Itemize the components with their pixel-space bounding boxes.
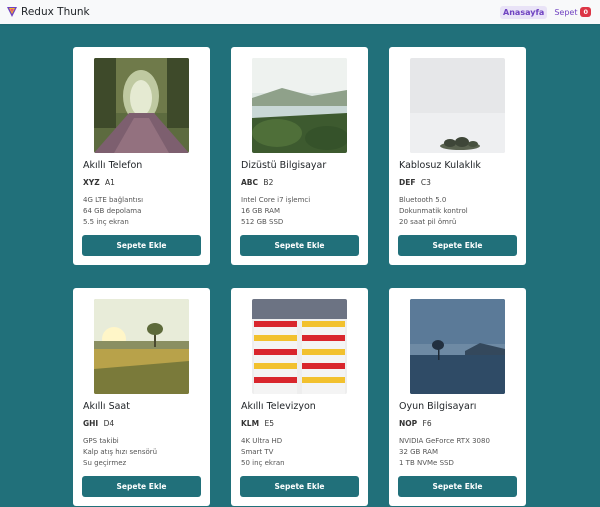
product-title: Akıllı Telefon (83, 160, 143, 171)
spec-item: 4K Ultra HD (241, 437, 283, 445)
product-meta: KLM E5 (241, 419, 274, 428)
spec-item: Kalp atış hızı sensörü (83, 448, 158, 456)
add-to-cart-button[interactable]: Sepete Ekle (398, 235, 517, 256)
product-image (252, 58, 347, 153)
product-specs: GPS takibi Kalp atış hızı sensörü Su geç… (83, 436, 157, 469)
product-model: D4 (103, 419, 115, 428)
product-model: A1 (105, 178, 115, 187)
spec-item: 64 GB depolama (83, 207, 142, 215)
add-to-cart-button[interactable]: Sepete Ekle (240, 476, 359, 497)
spec-item: Su geçirmez (83, 459, 127, 467)
spec-item: 5.5 inç ekran (83, 218, 129, 226)
cart-count-badge: 0 (580, 7, 591, 17)
product-specs: Bluetooth 5.0 Dokunmatik kontrol 20 saat… (399, 195, 468, 228)
product-title: Akıllı Televizyon (241, 401, 316, 412)
spec-item: Dokunmatik kontrol (399, 207, 468, 215)
product-specs: Intel Core i7 işlemci 16 GB RAM 512 GB S… (241, 195, 310, 228)
spec-item: 512 GB SSD (241, 218, 284, 226)
product-title: Kablosuz Kulaklık (399, 160, 481, 171)
striped-building-image (252, 299, 347, 394)
product-image (252, 299, 347, 394)
spec-item: GPS takibi (83, 437, 119, 445)
redux-logo-icon (7, 7, 17, 17)
add-to-cart-button[interactable]: Sepete Ekle (82, 476, 201, 497)
spec-item: 16 GB RAM (241, 207, 280, 215)
spec-item: 1 TB NVMe SSD (399, 459, 454, 467)
product-card: Akıllı Saat GHI D4 GPS takibi Kalp atış … (73, 288, 210, 506)
product-brand: NOP (399, 419, 418, 428)
navbar-brand[interactable]: Redux Thunk (6, 6, 90, 18)
spec-item: 32 GB RAM (399, 448, 438, 456)
spec-item: NVIDIA GeForce RTX 3080 (399, 437, 490, 445)
sunset-field-image (94, 299, 189, 394)
product-brand: XYZ (83, 178, 100, 187)
product-meta: XYZ A1 (83, 178, 115, 187)
product-card: Akıllı Telefon XYZ A1 4G LTE bağlantısı … (73, 47, 210, 265)
foggy-island-image (410, 58, 505, 153)
spec-item: 50 inç ekran (241, 459, 285, 467)
product-brand: DEF (399, 178, 416, 187)
product-title: Oyun Bilgisayarı (399, 401, 477, 412)
product-model: C3 (420, 178, 431, 187)
forest-tunnel-image (94, 58, 189, 153)
product-specs: 4G LTE bağlantısı 64 GB depolama 5.5 inç… (83, 195, 143, 228)
nav-home-link[interactable]: Anasayfa (500, 5, 548, 19)
product-card: Oyun Bilgisayarı NOP F6 NVIDIA GeForce R… (389, 288, 526, 506)
product-image (94, 58, 189, 153)
spec-item: Intel Core i7 işlemci (241, 196, 311, 204)
product-meta: ABC B2 (241, 178, 273, 187)
product-brand: ABC (241, 178, 259, 187)
add-to-cart-button[interactable]: Sepete Ekle (398, 476, 517, 497)
add-to-cart-button[interactable]: Sepete Ekle (82, 235, 201, 256)
product-brand: KLM (241, 419, 260, 428)
product-model: E5 (264, 419, 274, 428)
cart-label: Sepet (554, 7, 578, 17)
product-image (410, 299, 505, 394)
nav-cart-link[interactable]: Sepet 0 (551, 5, 594, 19)
product-model: B2 (263, 178, 274, 187)
product-meta: NOP F6 (399, 419, 432, 428)
lake-landscape-image (252, 58, 347, 153)
product-specs: 4K Ultra HD Smart TV 50 inç ekran (241, 436, 285, 469)
product-card: Kablosuz Kulaklık DEF C3 Bluetooth 5.0 D… (389, 47, 526, 265)
product-card: Dizüstü Bilgisayar ABC B2 Intel Core i7 … (231, 47, 368, 265)
add-to-cart-button[interactable]: Sepete Ekle (240, 235, 359, 256)
product-title: Akıllı Saat (83, 401, 130, 412)
spec-item: 20 saat pil ömrü (399, 218, 457, 226)
product-image (94, 299, 189, 394)
product-model: F6 (422, 419, 432, 428)
product-image (410, 58, 505, 153)
spec-item: Smart TV (241, 448, 274, 456)
spec-item: Bluetooth 5.0 (399, 196, 447, 204)
product-title: Dizüstü Bilgisayar (241, 160, 327, 171)
brand-title: Redux Thunk (21, 6, 90, 18)
spec-item: 4G LTE bağlantısı (83, 196, 144, 204)
product-meta: GHI D4 (83, 419, 114, 428)
product-specs: NVIDIA GeForce RTX 3080 32 GB RAM 1 TB N… (399, 436, 490, 469)
product-meta: DEF C3 (399, 178, 431, 187)
product-card: Akıllı Televizyon KLM E5 4K Ultra HD Sma… (231, 288, 368, 506)
product-brand: GHI (83, 419, 99, 428)
lake-tree-image (410, 299, 505, 394)
navbar: Redux Thunk Anasayfa Sepet 0 (0, 0, 600, 24)
